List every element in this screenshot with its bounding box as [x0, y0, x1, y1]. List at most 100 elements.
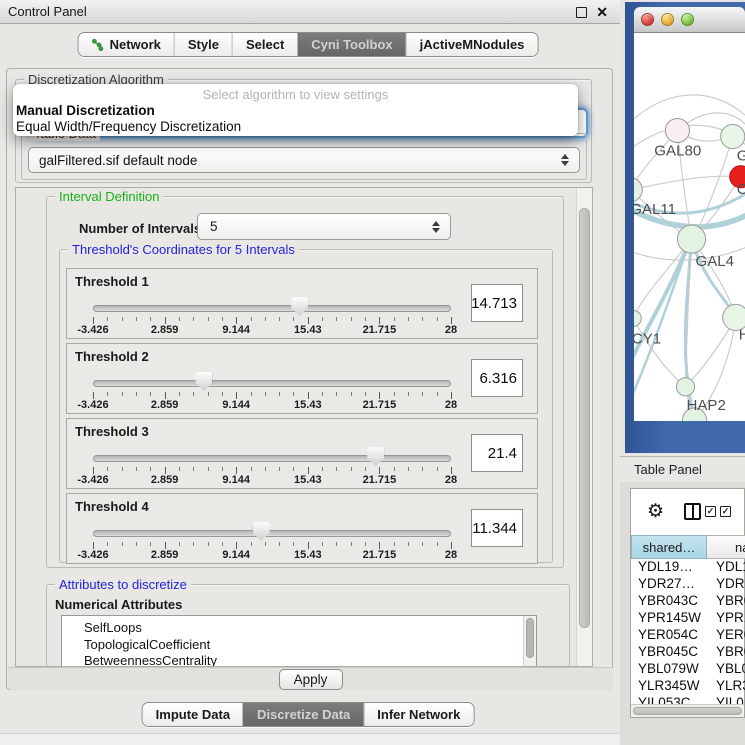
attribute-item-selfloops[interactable]: SelfLoops: [62, 620, 536, 637]
tab-label: Cyni Toolbox: [311, 37, 392, 52]
slider-thumb[interactable]: [291, 297, 308, 316]
tab-jactivemnodules[interactable]: jActiveMNodules: [406, 33, 538, 56]
tick-mark: [437, 467, 438, 471]
slider-thumb[interactable]: [195, 372, 212, 391]
network-window-titlebar[interactable]: [634, 7, 745, 33]
mode-tab-infer-network[interactable]: Infer Network: [363, 703, 473, 726]
table-row[interactable]: YBR043CYBR0: [631, 593, 745, 610]
algorithm-option-manual-discretization[interactable]: Manual Discretization: [13, 103, 578, 119]
list-scrollbar-thumb[interactable]: [526, 618, 534, 658]
mode-tab-discretize-data[interactable]: Discretize Data: [243, 703, 363, 726]
list-scrollbar[interactable]: [523, 616, 536, 667]
cell-shared-name[interactable]: YBR043C: [631, 593, 707, 610]
table-row[interactable]: YLR345WYLR3: [631, 678, 745, 695]
slider-track[interactable]: [93, 305, 451, 312]
control-panel: Control Panel ✕ NetworkStyleSelectCyni T…: [0, 0, 620, 745]
settings-scrollbar-thumb[interactable]: [579, 208, 590, 628]
table-row[interactable]: YBL079WYBL0: [631, 661, 745, 678]
checkbox-icon[interactable]: ✓: [720, 506, 731, 517]
slider-track[interactable]: [93, 455, 451, 462]
threshold-label: Threshold 3: [75, 424, 149, 439]
algorithm-option-equal-width-frequency-discretization[interactable]: Equal Width/Frequency Discretization: [13, 119, 578, 135]
close-icon[interactable]: ✕: [596, 5, 608, 19]
tab-cyni-toolbox[interactable]: Cyni Toolbox: [297, 33, 405, 56]
network-node[interactable]: [676, 378, 694, 396]
mode-tab-label: Impute Data: [156, 707, 230, 722]
combo-stepper-icon[interactable]: [561, 154, 569, 166]
node-label-gal4: GAL4: [696, 253, 735, 270]
tick-mark: [451, 467, 452, 474]
table-row[interactable]: YPR145WYPR1: [631, 610, 745, 627]
apply-button[interactable]: Apply: [279, 669, 343, 690]
horizontal-scrollbar-thumb[interactable]: [633, 707, 742, 715]
cell-shared-name[interactable]: YDR27…: [631, 576, 707, 593]
cell-name[interactable]: YBR0: [707, 644, 745, 661]
network-node[interactable]: [634, 310, 641, 326]
zoom-traffic-light-icon[interactable]: [681, 13, 694, 26]
attribute-item-betweennesscentrality[interactable]: BetweennessCentrality: [62, 653, 536, 667]
checkbox-icon[interactable]: ✓: [705, 506, 716, 517]
cell-name[interactable]: YBL0: [707, 661, 745, 678]
split-columns-icon[interactable]: [684, 503, 701, 520]
column-header-shared-name[interactable]: shared…: [631, 535, 707, 559]
network-graph[interactable]: GAL80GACGAL11GAL4GCY1HHAP2: [634, 33, 745, 421]
tick-mark: [93, 317, 94, 324]
close-traffic-light-icon[interactable]: [641, 13, 654, 26]
tick-mark: [365, 467, 366, 471]
tick-mark: [208, 467, 209, 471]
cell-shared-name[interactable]: YDL19…: [631, 559, 707, 576]
network-node[interactable]: [634, 178, 642, 202]
slider-thumb[interactable]: [367, 447, 384, 466]
number-of-intervals-value: 5: [210, 219, 218, 234]
table-row[interactable]: YER054CYER0: [631, 627, 745, 644]
cell-shared-name[interactable]: YLR345W: [631, 678, 707, 695]
network-canvas[interactable]: GAL80GACGAL11GAL4GCY1HHAP2: [634, 33, 745, 421]
numerical-attributes-list[interactable]: SelfLoopsTopologicalCoefficientBetweenne…: [61, 615, 537, 667]
cell-name[interactable]: YPR1: [707, 610, 745, 627]
gear-icon[interactable]: ⚙: [647, 502, 664, 521]
attribute-item-topologicalcoefficient[interactable]: TopologicalCoefficient: [62, 637, 536, 654]
slider-track[interactable]: [93, 530, 451, 537]
horizontal-scrollbar[interactable]: [631, 704, 744, 717]
tab-style[interactable]: Style: [174, 33, 232, 56]
threshold-value-input[interactable]: 21.4: [471, 434, 523, 472]
tick-label: 28: [445, 324, 457, 336]
threshold-value-input[interactable]: 6.316: [471, 359, 523, 397]
slider-track[interactable]: [93, 380, 451, 387]
tick-label: 15.43: [294, 399, 322, 411]
tab-label: Style: [188, 37, 219, 52]
cell-name[interactable]: YDL1: [707, 559, 745, 576]
tick-mark: [193, 392, 194, 396]
interval-definition-title: Interval Definition: [55, 189, 163, 204]
cell-shared-name[interactable]: YBL079W: [631, 661, 707, 678]
cell-name[interactable]: YBR0: [707, 593, 745, 610]
threshold-value-input[interactable]: 11.344: [471, 509, 523, 547]
slider-thumb[interactable]: [253, 522, 270, 541]
cell-shared-name[interactable]: YBR045C: [631, 644, 707, 661]
column-header-name[interactable]: name: [707, 535, 745, 559]
cell-name[interactable]: YER0: [707, 627, 745, 644]
float-window-icon[interactable]: [576, 7, 587, 18]
table-row[interactable]: YBR045CYBR0: [631, 644, 745, 661]
tick-mark: [208, 542, 209, 546]
tab-network[interactable]: Network: [79, 33, 174, 56]
mode-tab-impute-data[interactable]: Impute Data: [143, 703, 243, 726]
tick-mark: [236, 317, 237, 324]
network-node[interactable]: [665, 118, 689, 142]
table-data-combobox[interactable]: galFiltered.sif default node: [28, 147, 580, 173]
cell-name[interactable]: YDR2: [707, 576, 745, 593]
tick-mark: [379, 467, 380, 474]
network-node[interactable]: [677, 225, 705, 253]
network-node[interactable]: [721, 124, 745, 148]
threshold-value-input[interactable]: 14.713: [471, 284, 523, 322]
tab-select[interactable]: Select: [232, 33, 297, 56]
cell-shared-name[interactable]: YPR145W: [631, 610, 707, 627]
cell-shared-name[interactable]: YER054C: [631, 627, 707, 644]
minimize-traffic-light-icon[interactable]: [661, 13, 674, 26]
settings-scrollbar[interactable]: [576, 188, 592, 666]
spinner-stepper-icon[interactable]: [432, 221, 440, 233]
cell-name[interactable]: YLR3: [707, 678, 745, 695]
table-row[interactable]: YDR27…YDR2: [631, 576, 745, 593]
table-row[interactable]: YDL19…YDL1: [631, 559, 745, 576]
number-of-intervals-spinner[interactable]: 5: [197, 213, 451, 240]
